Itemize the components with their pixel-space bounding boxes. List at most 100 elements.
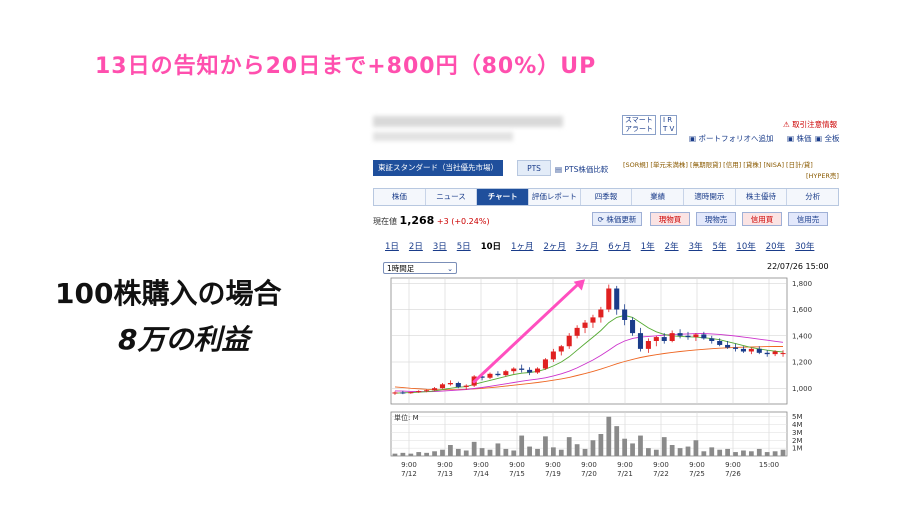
- volume-bar: [598, 434, 604, 456]
- volume-tick-label: 2M: [792, 437, 803, 445]
- candle-body: [653, 337, 659, 341]
- volume-bar: [416, 452, 422, 456]
- volume-bar: [535, 448, 540, 456]
- candle-body: [645, 341, 651, 349]
- volume-bar: [392, 453, 398, 456]
- volume-bar: [677, 448, 683, 456]
- volume-bar: [701, 451, 707, 456]
- volume-bar: [543, 436, 548, 456]
- broker-screenshot: スマート アラート I R T V ⚠ 取引注意情報 ▣ ポートフォリオへ追加 …: [369, 110, 845, 482]
- candle-body: [566, 335, 572, 347]
- candle-body: [542, 359, 548, 369]
- candle-body: [447, 383, 453, 385]
- headline: 13日の告知から20日まで+800円（80%）UP: [95, 54, 597, 79]
- x-date-label: 7/25: [689, 470, 705, 478]
- candle-body: [558, 346, 564, 352]
- candle-body: [772, 351, 778, 355]
- x-date-label: 7/21: [617, 470, 633, 478]
- volume-bar: [614, 426, 620, 456]
- candle-body: [748, 348, 754, 352]
- volume-bar: [685, 446, 691, 456]
- volume-bar: [582, 448, 588, 456]
- candle-body: [550, 351, 556, 360]
- x-time-label: 9:00: [545, 461, 561, 469]
- volume-bar: [574, 444, 580, 456]
- candle-body: [725, 344, 731, 348]
- volume-tick-label: 4M: [792, 421, 803, 429]
- volume-bar: [748, 451, 754, 456]
- volume-bar: [756, 448, 762, 456]
- volume-unit-label: 単位: M: [394, 413, 419, 422]
- candle-body: [503, 371, 509, 376]
- candle-body: [669, 333, 675, 341]
- x-time-label: 9:00: [509, 461, 525, 469]
- candle-body: [495, 373, 501, 376]
- candle-body: [519, 368, 525, 370]
- x-time-label: 9:00: [581, 461, 597, 469]
- price-tick-label: 1,400: [792, 332, 812, 340]
- volume-bar: [646, 448, 651, 456]
- volume-bar: [590, 440, 596, 456]
- volume-bar: [725, 448, 730, 456]
- candle-body: [740, 348, 746, 352]
- candle-body: [630, 320, 636, 334]
- x-time-label: 9:00: [437, 461, 453, 469]
- candle-body: [622, 309, 628, 320]
- x-time-label: 9:00: [653, 461, 669, 469]
- volume-bar: [780, 449, 786, 456]
- volume-tick-label: 1M: [792, 445, 803, 453]
- volume-bar: [606, 416, 612, 456]
- volume-bar: [772, 451, 778, 456]
- candle-body: [661, 337, 667, 341]
- volume-bar: [669, 445, 675, 456]
- x-date-label: 7/19: [545, 470, 561, 478]
- volume-bar: [653, 449, 659, 456]
- volume-bar: [550, 447, 556, 456]
- volume-bar: [566, 437, 572, 456]
- candle-body: [764, 352, 770, 355]
- volume-bar: [424, 452, 430, 456]
- price-tick-label: 1,000: [792, 385, 812, 393]
- volume-bar: [495, 443, 501, 456]
- volume-bar: [432, 451, 437, 456]
- candle-body: [732, 347, 739, 349]
- candle-body: [463, 385, 469, 387]
- price-tick-label: 1,600: [792, 306, 812, 314]
- volume-bar: [440, 449, 445, 456]
- volume-tick-label: 5M: [792, 413, 803, 421]
- candle-body: [614, 288, 620, 310]
- candle-body: [527, 369, 533, 373]
- x-date-label: 7/14: [473, 470, 489, 478]
- caption-profit: 8万の利益: [118, 323, 250, 356]
- candle-body: [780, 353, 786, 355]
- volume-bar: [661, 437, 667, 456]
- x-time-label: 15:00: [759, 461, 779, 469]
- candle-body: [487, 373, 493, 378]
- candle-body: [756, 348, 762, 353]
- candle-body: [590, 317, 596, 323]
- volume-bar: [638, 435, 643, 456]
- price-tick-label: 1,200: [792, 359, 812, 367]
- volume-bar: [630, 443, 635, 456]
- volume-bar: [503, 448, 509, 456]
- candle-body: [717, 341, 723, 345]
- x-time-label: 9:00: [401, 461, 417, 469]
- volume-bar: [408, 453, 414, 456]
- candle-body: [455, 383, 461, 387]
- volume-bar: [741, 450, 746, 456]
- candle-body: [439, 384, 446, 389]
- price-chart: 1,0001,2001,4001,6001,8009:007/129:007/1…: [390, 277, 812, 478]
- x-date-label: 7/22: [653, 470, 669, 478]
- volume-bar: [733, 452, 738, 456]
- volume-bar: [622, 438, 628, 456]
- x-date-label: 7/15: [509, 470, 525, 478]
- candle-body: [534, 368, 541, 373]
- candle-body: [392, 392, 398, 394]
- candle-body: [677, 333, 683, 336]
- volume-bar: [400, 452, 406, 456]
- candle-body: [416, 391, 422, 393]
- candle-body: [598, 309, 604, 318]
- x-time-label: 9:00: [473, 461, 489, 469]
- candle-body: [432, 388, 438, 391]
- price-tick-label: 1,800: [792, 280, 812, 288]
